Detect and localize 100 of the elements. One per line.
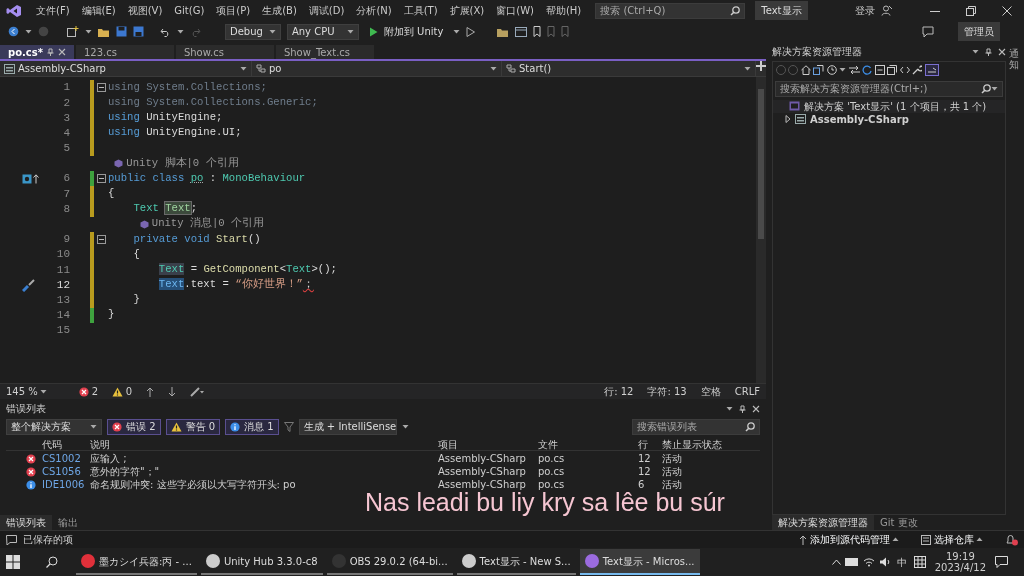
taskbar-app[interactable]: Unity Hub 3.3.0-c8 — [200, 549, 323, 575]
document-tab[interactable]: po.cs* — [0, 45, 74, 59]
panel-tab[interactable]: 错误列表 — [0, 515, 52, 530]
switch-views-icon[interactable] — [813, 64, 824, 75]
collapse-icon[interactable] — [96, 174, 106, 184]
scrollbar[interactable] — [756, 77, 766, 383]
error-code-link[interactable]: CS1002 — [42, 452, 86, 465]
speaker-icon[interactable] — [878, 557, 891, 567]
panel-tab[interactable]: Git 更改 — [874, 515, 924, 530]
square-arrow-icon[interactable] — [22, 173, 40, 184]
collapse-all-icon[interactable] — [874, 64, 885, 75]
codelens-text[interactable]: Unity 消息|0 个引用 — [151, 216, 264, 233]
refresh-icon[interactable] — [862, 64, 872, 75]
notification-bell-icon[interactable] — [1005, 533, 1018, 546]
menu-item[interactable]: 生成(B) — [256, 3, 303, 18]
messages-filter[interactable]: 消息 1 — [225, 418, 279, 435]
save-icon[interactable] — [116, 26, 127, 37]
folder-icon[interactable] — [98, 26, 110, 37]
tree-item[interactable]: Assembly-CSharp — [810, 111, 909, 127]
split-icon[interactable] — [756, 61, 766, 71]
cursor-line[interactable]: 行: 12 — [604, 384, 634, 399]
undo-icon[interactable] — [160, 26, 171, 37]
collapse-icon[interactable] — [96, 83, 106, 93]
search-icon[interactable] — [46, 556, 58, 568]
collapse-icon[interactable] — [96, 234, 106, 244]
up-arrow-icon[interactable] — [146, 386, 155, 397]
menu-item[interactable]: 工具(T) — [397, 3, 444, 18]
taskbar-app[interactable]: 墨カシイ兵器:丙 - ... — [76, 549, 197, 575]
document-tab[interactable]: Show.cs — [175, 45, 274, 59]
attach-button[interactable]: 附加到 Unity — [364, 23, 448, 40]
chevron-up-icon[interactable] — [831, 559, 841, 565]
play-outline-icon[interactable] — [466, 26, 476, 37]
search-box[interactable]: 搜索解决方案资源管理器(Ctrl+;) — [775, 80, 1003, 97]
screwdriver-icon[interactable] — [22, 278, 36, 292]
side-tab[interactable]: 通知 — [1008, 47, 1019, 70]
cursor-column[interactable]: 字符: 13 — [647, 384, 687, 399]
member-dropdown[interactable]: Start() — [502, 61, 756, 76]
folder-icon[interactable] — [497, 26, 510, 37]
indent-mode[interactable]: 空格 — [700, 384, 721, 399]
menu-item[interactable]: 调试(D) — [302, 3, 351, 18]
codelens-text[interactable]: Unity 脚本|0 个引用 — [126, 155, 239, 172]
input-method-indicator[interactable]: 中 — [894, 554, 910, 570]
column-header[interactable]: 禁止显示状态 — [662, 437, 758, 452]
taskbar-app[interactable]: Text显示 - Micros... — [579, 549, 700, 575]
clock-date[interactable]: 2023/4/12 — [934, 562, 986, 573]
vs-logo-icon[interactable] — [6, 3, 22, 18]
search-field[interactable]: 搜索解决方案资源管理器(Ctrl+;) — [780, 81, 981, 96]
person-icon[interactable] — [881, 5, 892, 16]
line-ending[interactable]: CRLF — [734, 384, 760, 399]
class-dropdown[interactable]: po — [252, 61, 502, 76]
warning-count[interactable]: 0 — [112, 384, 133, 399]
new-item-icon[interactable] — [67, 26, 79, 37]
code-icon[interactable] — [899, 64, 910, 75]
save-all-icon[interactable] — [133, 26, 144, 37]
error-count[interactable]: 2 — [79, 384, 99, 399]
taskbar-app[interactable]: Text显示 - New S... — [456, 549, 576, 575]
project-dropdown[interactable]: Assembly-CSharp — [0, 61, 252, 76]
menu-item[interactable]: 分析(N) — [350, 3, 398, 18]
menu-item[interactable]: 帮助(H) — [539, 3, 588, 18]
expand-arrow-icon[interactable] — [785, 115, 791, 123]
window-icon[interactable] — [515, 26, 528, 37]
clock-time[interactable]: 19:19 — [945, 551, 975, 562]
column-header[interactable]: 文件 — [538, 437, 638, 452]
column-header[interactable]: 行 — [638, 437, 662, 452]
scope-dropdown[interactable]: 整个解决方案 — [6, 418, 102, 435]
close-icon[interactable] — [1002, 5, 1012, 16]
error-code-link[interactable]: CS1056 — [42, 465, 86, 478]
menu-item[interactable]: 视图(V) — [121, 3, 169, 18]
search-box[interactable]: 搜索 (Ctrl+Q) — [595, 2, 746, 19]
configuration-dropdown[interactable]: Debug — [225, 23, 281, 40]
menu-item[interactable]: Git(G) — [168, 3, 211, 18]
sign-in-link[interactable]: 登录 — [849, 3, 881, 18]
errors-filter[interactable]: 错误 2 — [107, 418, 161, 435]
search-box[interactable]: 搜索错误列表 — [632, 418, 760, 435]
preview-icon[interactable] — [924, 63, 939, 76]
battery-icon[interactable] — [844, 558, 859, 566]
copy-icon[interactable] — [887, 64, 897, 75]
document-tab[interactable]: Show_Text.cs — [275, 45, 374, 59]
wifi-icon[interactable] — [862, 557, 875, 567]
home-icon[interactable] — [800, 64, 811, 75]
taskbar-app[interactable]: OBS 29.0.2 (64-bi... — [326, 549, 453, 575]
clock-icon[interactable] — [826, 64, 837, 75]
search-field[interactable]: 搜索 (Ctrl+Q) — [600, 3, 731, 18]
search-field[interactable]: 搜索错误列表 — [637, 419, 745, 434]
column-header[interactable]: 代码 — [42, 437, 86, 452]
error-code-link[interactable]: IDE1006 — [42, 478, 86, 491]
select-repository-button[interactable]: 选择仓库 — [921, 532, 983, 547]
platform-dropdown[interactable]: Any CPU — [286, 23, 359, 40]
zoom-dropdown[interactable]: 145 % — [6, 384, 48, 399]
add-to-source-control-button[interactable]: 添加到源代码管理 — [799, 532, 899, 547]
menu-item[interactable]: 项目(P) — [210, 3, 257, 18]
menu-item[interactable]: 窗口(W) — [490, 3, 540, 18]
filter-icon[interactable] — [283, 421, 294, 432]
column-header[interactable]: 项目 — [438, 437, 538, 452]
maximize-icon[interactable] — [966, 5, 976, 16]
keyboard-grid-icon[interactable] — [913, 556, 926, 568]
back-icon[interactable] — [8, 26, 19, 37]
down-arrow-icon[interactable] — [168, 386, 177, 397]
column-header[interactable]: 说明 — [86, 437, 438, 452]
wrench-icon[interactable] — [912, 64, 922, 75]
